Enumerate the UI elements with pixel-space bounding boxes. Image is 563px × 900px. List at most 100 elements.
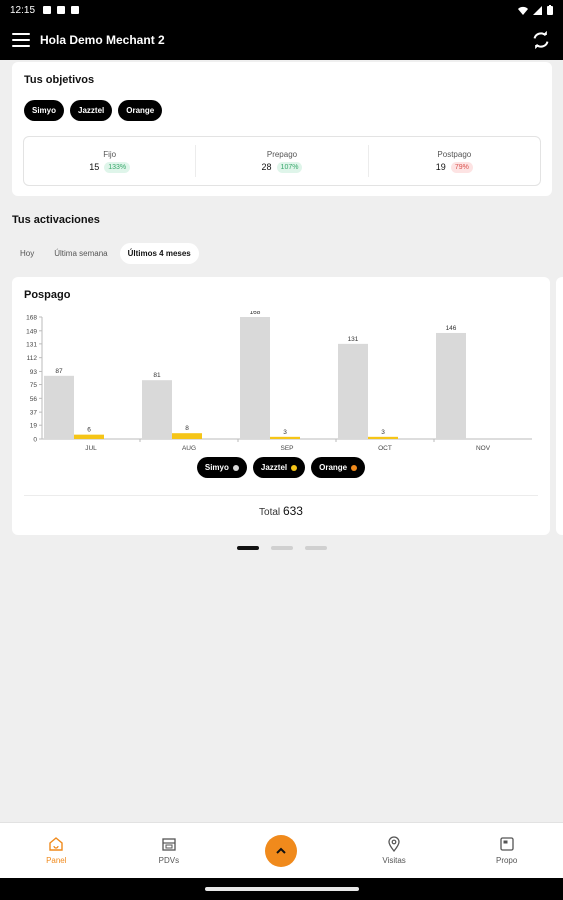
wifi-icon	[518, 6, 528, 15]
y-tick-label: 131	[26, 341, 37, 348]
home-gesture-handle[interactable]	[205, 887, 359, 891]
chart-title: Pospago	[24, 289, 71, 301]
x-tick-label: NOV	[476, 445, 491, 451]
bar	[368, 436, 398, 439]
total-value: 633	[282, 504, 303, 518]
y-tick-label: 19	[30, 423, 38, 430]
period-tabs: Hoy Última semana Últimos 4 meses	[12, 243, 199, 264]
objectives-title: Tus objetivos	[24, 74, 95, 86]
x-tick-label: JUL	[85, 445, 97, 451]
store-icon	[162, 838, 176, 851]
pager-dot[interactable]	[236, 546, 259, 550]
y-tick-label: 168	[26, 315, 37, 322]
stat-postpago: Postpago 19 79%	[369, 145, 540, 177]
bar	[436, 332, 466, 439]
bar	[74, 434, 104, 439]
data-label: 3	[381, 429, 385, 436]
legend-simyo[interactable]: Simyo	[196, 457, 247, 478]
y-tick-label: 75	[30, 382, 38, 389]
nav-visitas[interactable]: Visitas	[338, 823, 451, 878]
activations-chart-card: Pospago 0 19 37 56 75 93 112 131 149 168 JUL 87 6 AUG…	[12, 277, 550, 535]
stat-badge: 107%	[276, 161, 303, 173]
data-label: 168	[250, 311, 261, 316]
nav-propo[interactable]: Propo	[450, 823, 563, 878]
tab-ultima-semana[interactable]: Última semana	[46, 243, 115, 264]
data-label: 6	[87, 427, 91, 434]
bar	[240, 317, 270, 439]
legend-dot	[291, 464, 298, 471]
data-label: 3	[283, 429, 287, 436]
bar	[142, 380, 172, 439]
stat-fijo: Fijo 15 133%	[24, 145, 197, 177]
stat-label: Prepago	[266, 149, 298, 159]
objectives-stats: Fijo 15 133% Prepago 28 107% Postpago 19…	[23, 136, 541, 186]
bar-chart: 0 19 37 56 75 93 112 131 149 168 JUL 87 6 AUG 81 8 SEP 16…	[26, 311, 532, 451]
refresh-icon[interactable]	[531, 30, 551, 50]
system-nav-bar	[0, 878, 563, 900]
legend-dot	[232, 464, 239, 471]
pager-dot[interactable]	[270, 546, 293, 550]
y-tick-label: 112	[27, 355, 38, 362]
app-bar: Hola Demo Mechant 2	[0, 20, 563, 60]
stat-value: 15	[89, 162, 100, 172]
stat-badge: 133%	[104, 161, 131, 173]
menu-icon[interactable]	[12, 33, 30, 47]
data-label: 8	[185, 425, 189, 432]
legend-orange[interactable]: Orange	[311, 457, 366, 478]
app-title: Hola Demo Mechant 2	[40, 33, 165, 47]
x-tick-label: AUG	[182, 445, 196, 451]
x-tick-label: OCT	[378, 445, 392, 451]
stat-prepago: Prepago 28 107%	[196, 145, 369, 177]
chevron-up-icon	[276, 847, 287, 854]
stat-value: 28	[261, 162, 272, 172]
total-label: Total	[259, 507, 281, 518]
tab-hoy[interactable]: Hoy	[12, 243, 42, 264]
expand-fab-button[interactable]	[265, 834, 298, 867]
data-label: 87	[55, 368, 63, 375]
pager-dot[interactable]	[304, 546, 327, 550]
nav-pdvs[interactable]: PDVs	[113, 823, 226, 878]
activations-title: Tus activaciones	[12, 214, 100, 226]
bar	[44, 375, 74, 439]
home-icon	[49, 837, 63, 851]
stat-badge: 79%	[450, 161, 473, 173]
x-tick-label: SEP	[280, 445, 293, 451]
status-time: 12:15	[10, 4, 36, 16]
next-chart-card-peek[interactable]	[556, 277, 563, 535]
notification-icon	[57, 6, 66, 14]
bottom-nav: Panel PDVs Visitas Propo	[0, 822, 563, 878]
bar	[270, 436, 300, 439]
bar	[338, 343, 368, 439]
signal-icon	[533, 5, 542, 15]
data-label: 146	[446, 325, 457, 332]
y-tick-label: 0	[33, 437, 37, 444]
chart-total: Total 633	[24, 495, 538, 518]
location-pin-icon	[388, 836, 400, 852]
stat-value: 19	[435, 162, 446, 172]
battery-icon	[547, 5, 553, 15]
y-tick-label: 56	[30, 396, 38, 403]
tab-ultimos-4-meses[interactable]: Últimos 4 meses	[119, 243, 199, 264]
y-tick-label: 93	[30, 369, 38, 376]
nav-label: Visitas	[382, 856, 406, 865]
notification-icon	[71, 6, 80, 14]
y-tick-label: 149	[26, 328, 37, 335]
status-bar: 12:15	[0, 0, 563, 20]
nav-label: Panel	[46, 856, 67, 865]
nav-panel[interactable]: Panel	[0, 823, 113, 878]
nav-label: PDVs	[158, 856, 180, 865]
chart-legend: Simyo Jazztel Orange	[12, 457, 550, 478]
data-label: 131	[348, 336, 359, 343]
legend-jazztel[interactable]: Jazztel	[252, 457, 306, 478]
image-icon	[500, 837, 514, 851]
nav-label: Propo	[495, 856, 518, 865]
chip-orange[interactable]: Orange	[118, 100, 163, 121]
stat-label: Postpago	[437, 149, 472, 159]
chip-jazztel[interactable]: Jazztel	[70, 100, 113, 121]
legend-dot	[351, 464, 358, 471]
notification-icon	[43, 6, 52, 14]
data-label: 81	[153, 372, 161, 379]
carousel-pager	[0, 546, 563, 550]
objectives-card: Tus objetivos Simyo Jazztel Orange Fijo …	[12, 62, 552, 196]
chip-simyo[interactable]: Simyo	[24, 100, 65, 121]
